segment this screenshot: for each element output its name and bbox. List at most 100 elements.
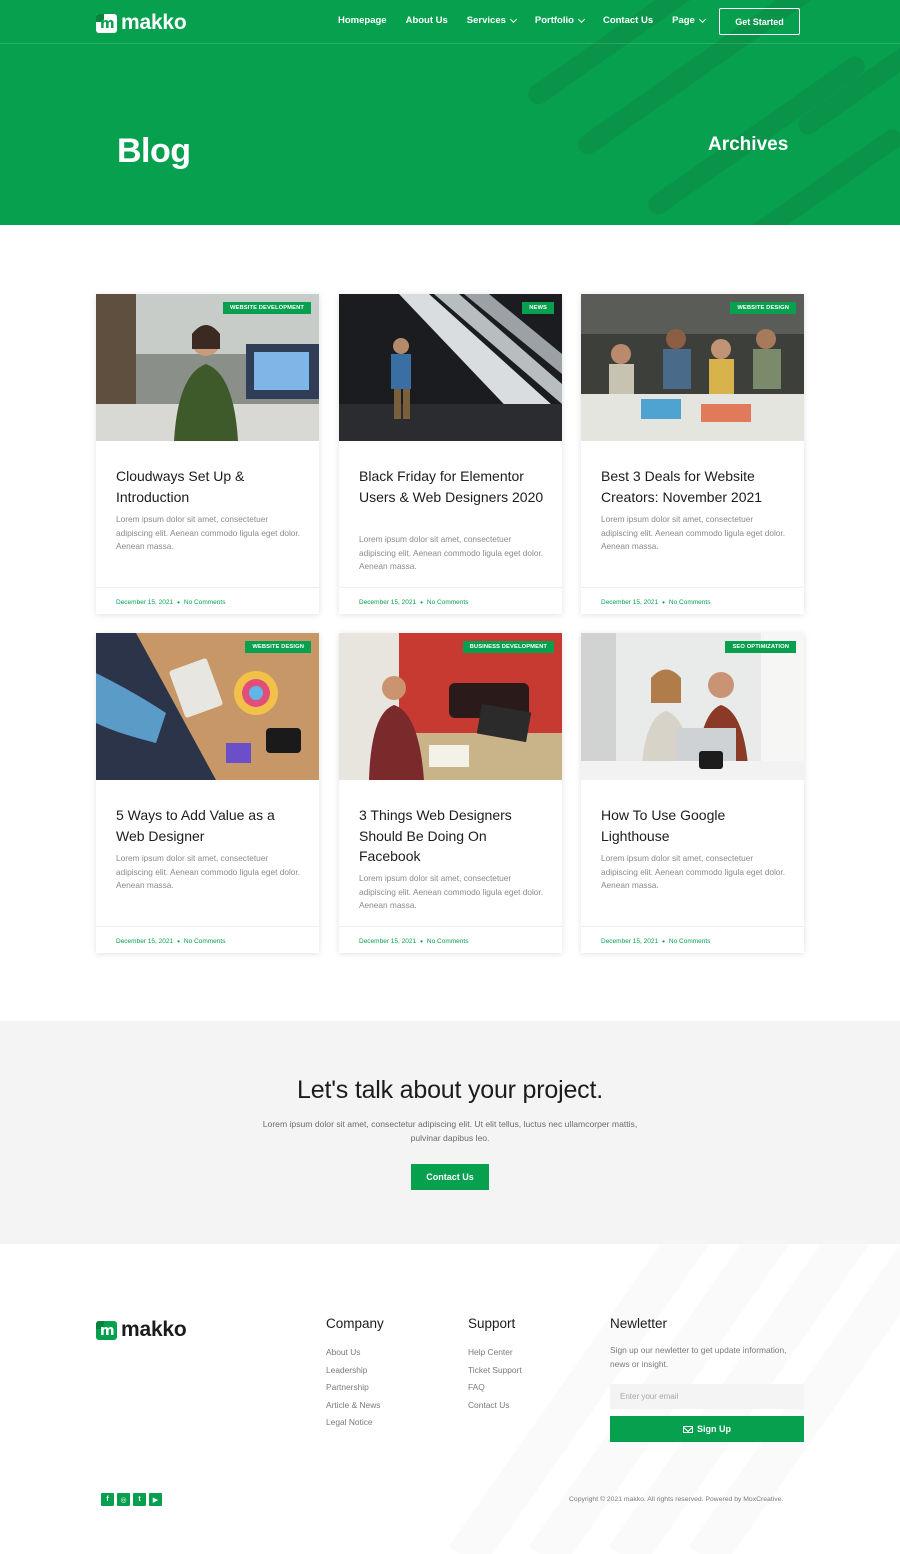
chevron-down-icon: [698, 15, 706, 23]
post-meta: December 15, 2021 • No Comments: [116, 598, 225, 607]
footer-link-ticket-support[interactable]: Ticket Support: [468, 1362, 522, 1380]
post-card[interactable]: WEBSITE DEVELOPMENT Cloudways Set Up & I…: [96, 294, 319, 614]
post-title[interactable]: Best 3 Deals for Website Creators: Novem…: [601, 466, 791, 507]
category-badge[interactable]: SEO OPTIMIZATION: [725, 641, 796, 653]
footer-link-partnership[interactable]: Partnership: [326, 1379, 384, 1397]
twitter-icon[interactable]: t: [133, 1493, 146, 1506]
nav-label: Portfolio: [534, 15, 574, 26]
card-divider: [96, 587, 319, 588]
footer-link-article-news[interactable]: Article & News: [326, 1397, 384, 1415]
card-divider: [339, 926, 562, 927]
post-card[interactable]: WEBSITE DESIGN Best 3 Deals for Website …: [581, 294, 804, 614]
cta-text: Lorem ipsum dolor sit amet, consectetur …: [262, 1119, 638, 1143]
nav-item-contact[interactable]: Contact Us: [603, 15, 653, 26]
footer-link-about[interactable]: About Us: [326, 1344, 384, 1362]
post-comments[interactable]: No Comments: [184, 599, 226, 606]
meta-separator: •: [177, 598, 180, 607]
site-footer: m makko Company About Us Leadership Part…: [0, 1244, 900, 1554]
post-card[interactable]: NEWS Black Friday for Elementor Users & …: [339, 294, 562, 614]
nav-item-services[interactable]: Services: [466, 15, 517, 26]
sign-up-label: Sign Up: [697, 1424, 731, 1434]
envelope-icon: [683, 1425, 693, 1433]
post-comments[interactable]: No Comments: [669, 599, 711, 606]
footer-brand-name: makko: [121, 1318, 187, 1341]
category-badge[interactable]: BUSINESS DEVELOPMENT: [462, 641, 554, 653]
youtube-icon[interactable]: ▶: [149, 1493, 162, 1506]
brand-name: makko: [121, 11, 187, 34]
footer-link-leadership[interactable]: Leadership: [326, 1362, 384, 1380]
category-badge[interactable]: WEBSITE DESIGN: [245, 641, 311, 653]
post-thumbnail[interactable]: NEWS: [339, 294, 562, 441]
post-date[interactable]: December 15, 2021: [116, 599, 173, 606]
post-comments[interactable]: No Comments: [184, 938, 226, 945]
nav-label: Homepage: [338, 15, 387, 26]
post-date[interactable]: December 15, 2021: [359, 938, 416, 945]
nav-label: Services: [466, 15, 506, 26]
nav-item-about[interactable]: About Us: [406, 15, 448, 26]
post-meta: December 15, 2021 • No Comments: [116, 937, 225, 946]
brand-logo[interactable]: m makko: [96, 11, 187, 35]
post-thumbnail[interactable]: BUSINESS DEVELOPMENT: [339, 633, 562, 780]
category-badge[interactable]: WEBSITE DESIGN: [730, 302, 796, 314]
footer-newsletter-column: Newletter Sign up our newletter to get u…: [610, 1316, 805, 1371]
footer-link-legal[interactable]: Legal Notice: [326, 1414, 384, 1432]
footer-link-faq[interactable]: FAQ: [468, 1379, 522, 1397]
get-started-button[interactable]: Get Started: [719, 8, 800, 35]
post-title[interactable]: 5 Ways to Add Value as a Web Designer: [116, 805, 306, 846]
footer-column-title: Support: [468, 1316, 516, 1331]
facebook-icon[interactable]: f: [101, 1493, 114, 1506]
instagram-icon[interactable]: ◎: [117, 1493, 130, 1506]
nav-label: Page: [672, 15, 695, 26]
post-date[interactable]: December 15, 2021: [601, 599, 658, 606]
newsletter-email-input[interactable]: [610, 1384, 804, 1409]
footer-column-title: Company: [326, 1316, 384, 1331]
post-thumbnail[interactable]: WEBSITE DEVELOPMENT: [96, 294, 319, 441]
post-excerpt: Lorem ipsum dolor sit amet, consectetuer…: [359, 873, 544, 910]
post-comments[interactable]: No Comments: [427, 599, 469, 606]
post-date[interactable]: December 15, 2021: [359, 599, 416, 606]
cta-section: Let's talk about your project. Lorem ips…: [0, 1021, 900, 1244]
nav-label: Contact Us: [602, 15, 654, 26]
footer-column-title: Newletter: [610, 1316, 668, 1331]
post-date[interactable]: December 15, 2021: [601, 938, 658, 945]
footer-brand-logo[interactable]: m makko: [96, 1318, 187, 1342]
post-meta: December 15, 2021 • No Comments: [359, 598, 468, 607]
meta-separator: •: [177, 937, 180, 946]
sign-up-button[interactable]: Sign Up: [610, 1416, 804, 1442]
card-divider: [96, 926, 319, 927]
post-title[interactable]: How To Use Google Lighthouse: [601, 805, 791, 846]
page-title: Blog: [117, 132, 191, 170]
nav-item-portfolio[interactable]: Portfolio: [534, 15, 585, 26]
meta-separator: •: [420, 598, 423, 607]
post-card[interactable]: BUSINESS DEVELOPMENT 3 Things Web Design…: [339, 633, 562, 953]
footer-link-contact[interactable]: Contact Us: [468, 1397, 522, 1415]
post-title[interactable]: Cloudways Set Up & Introduction: [116, 466, 306, 507]
post-meta: December 15, 2021 • No Comments: [601, 937, 710, 946]
nav-label: About Us: [405, 15, 448, 26]
card-divider: [339, 587, 562, 588]
contact-us-button[interactable]: Contact Us: [411, 1164, 489, 1190]
footer-link-help-center[interactable]: Help Center: [468, 1344, 522, 1362]
chevron-down-icon: [509, 15, 517, 23]
nav-item-homepage[interactable]: Homepage: [338, 15, 387, 26]
post-meta: December 15, 2021 • No Comments: [601, 598, 710, 607]
post-comments[interactable]: No Comments: [669, 938, 711, 945]
post-card[interactable]: SEO OPTIMIZATION How To Use Google Light…: [581, 633, 804, 953]
post-meta: December 15, 2021 • No Comments: [359, 937, 468, 946]
post-title[interactable]: Black Friday for Elementor Users & Web D…: [359, 466, 549, 507]
post-thumbnail[interactable]: WEBSITE DESIGN: [581, 294, 804, 441]
post-thumbnail[interactable]: SEO OPTIMIZATION: [581, 633, 804, 780]
post-thumbnail[interactable]: WEBSITE DESIGN: [96, 633, 319, 780]
meta-separator: •: [662, 598, 665, 607]
post-date[interactable]: December 15, 2021: [116, 938, 173, 945]
post-comments[interactable]: No Comments: [427, 938, 469, 945]
category-badge[interactable]: NEWS: [522, 302, 554, 314]
card-divider: [581, 587, 804, 588]
newsletter-text: Sign up our newletter to get update info…: [610, 1345, 787, 1369]
nav-item-page[interactable]: Page: [672, 15, 706, 26]
category-badge[interactable]: WEBSITE DEVELOPMENT: [222, 302, 311, 314]
social-links: f ◎ t ▶: [101, 1493, 162, 1506]
post-title[interactable]: 3 Things Web Designers Should Be Doing O…: [359, 805, 549, 867]
post-excerpt: Lorem ipsum dolor sit amet, consectetuer…: [601, 514, 786, 551]
post-card[interactable]: WEBSITE DESIGN 5 Ways to Add Value as a …: [96, 633, 319, 953]
